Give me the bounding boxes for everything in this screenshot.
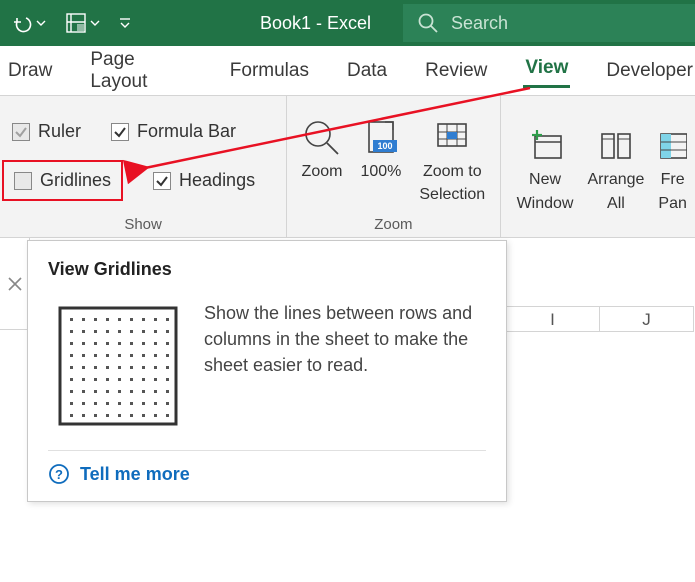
tab-draw[interactable]: Draw — [6, 56, 54, 86]
checkbox-icon — [12, 123, 30, 141]
quick-access-toolbar — [0, 9, 138, 37]
ruler-label: Ruler — [38, 121, 81, 142]
search-box[interactable]: Search — [403, 4, 695, 42]
svg-text:?: ? — [55, 467, 63, 482]
tab-view[interactable]: View — [523, 53, 570, 88]
search-icon — [417, 12, 439, 34]
freeze-panes-label2: Pan — [658, 194, 686, 213]
zoom-selection-button[interactable]: Zoom to Selection — [419, 118, 485, 204]
tell-me-more-link[interactable]: ? Tell me more — [48, 463, 486, 485]
checkbox-icon — [14, 172, 32, 190]
freeze-panes-icon — [659, 126, 687, 166]
zoom-selection-icon — [432, 118, 472, 158]
checkbox-icon — [153, 172, 171, 190]
tab-review[interactable]: Review — [423, 56, 489, 86]
freeze-panes-button[interactable]: Fre Pan — [658, 126, 686, 212]
gridlines-preview-icon — [58, 306, 178, 426]
ribbon: Ruler Formula Bar Gridlines — [0, 96, 695, 238]
headings-label: Headings — [179, 170, 255, 191]
tooltip-description: Show the lines between rows and columns … — [204, 300, 486, 426]
formula-bar-label: Formula Bar — [137, 121, 236, 142]
arrange-all-button[interactable]: Arrange All — [587, 126, 644, 212]
search-placeholder: Search — [451, 13, 508, 34]
tab-data[interactable]: Data — [345, 56, 389, 86]
new-window-button[interactable]: New Window — [517, 126, 574, 212]
divider — [48, 450, 486, 451]
magnifier-icon — [302, 118, 342, 158]
group-label-show: Show — [12, 216, 274, 233]
ruler-checkbox[interactable]: Ruler — [12, 121, 81, 142]
arrange-all-label2: All — [607, 194, 625, 213]
ribbon-group-show: Ruler Formula Bar Gridlines — [0, 96, 287, 237]
svg-text:100: 100 — [377, 141, 392, 151]
zoom-label: Zoom — [302, 162, 343, 181]
help-icon: ? — [48, 463, 70, 485]
page-100-icon: 100 — [361, 118, 401, 158]
close-icon — [7, 276, 23, 292]
column-header-i[interactable]: I — [506, 306, 600, 332]
tooltip-view-gridlines: View Gridlines — [27, 240, 507, 502]
app-title: Book1 - Excel — [260, 13, 371, 34]
ribbon-group-window: New Window Arrange All — [501, 96, 695, 237]
undo-button[interactable] — [6, 9, 52, 37]
gridlines-label: Gridlines — [40, 170, 111, 191]
freeze-panes-label1: Fre — [661, 170, 685, 189]
column-header-j[interactable]: J — [600, 306, 694, 332]
fx-close-button[interactable] — [0, 238, 30, 330]
headings-checkbox[interactable]: Headings — [153, 170, 255, 191]
gridlines-checkbox[interactable]: Gridlines — [2, 160, 123, 201]
tab-formulas[interactable]: Formulas — [228, 56, 311, 86]
column-headers: I J — [506, 306, 695, 332]
zoom-selection-label2: Selection — [419, 185, 485, 204]
tab-page-layout[interactable]: Page Layout — [88, 45, 193, 97]
arrange-all-label1: Arrange — [587, 170, 644, 189]
qat-customize-button[interactable] — [112, 9, 138, 37]
new-window-label2: Window — [517, 194, 574, 213]
arrange-all-icon — [596, 126, 636, 166]
tell-me-more-label: Tell me more — [80, 464, 190, 485]
touch-mode-button[interactable] — [58, 9, 106, 37]
group-label-zoom: Zoom — [299, 216, 487, 233]
tab-developer[interactable]: Developer — [604, 56, 695, 86]
zoom-selection-label1: Zoom to — [423, 162, 482, 181]
zoom-100-button[interactable]: 100 100% — [360, 118, 401, 181]
checkbox-icon — [111, 123, 129, 141]
new-window-label1: New — [529, 170, 561, 189]
zoom-button[interactable]: Zoom — [302, 118, 343, 181]
formula-bar-checkbox[interactable]: Formula Bar — [111, 121, 236, 142]
ribbon-tabs: Draw Page Layout Formulas Data Review Vi… — [0, 46, 695, 96]
title-bar: Book1 - Excel Search — [0, 0, 695, 46]
new-window-icon — [525, 126, 565, 166]
zoom-100-label: 100% — [360, 162, 401, 181]
tooltip-title: View Gridlines — [48, 259, 486, 280]
ribbon-group-zoom: Zoom 100 100% — [287, 96, 500, 237]
